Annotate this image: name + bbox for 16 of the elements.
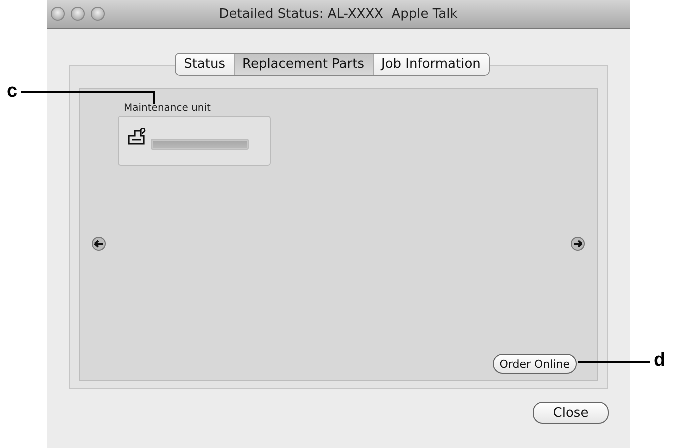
callout-label: c [7, 82, 18, 101]
left-arrow-icon[interactable] [92, 236, 106, 250]
tab[interactable]: Status [176, 54, 234, 75]
window-control-icon[interactable] [51, 7, 65, 21]
window-control-icon[interactable] [71, 7, 85, 21]
callout-label: d [654, 351, 666, 370]
window-control-icon[interactable] [91, 7, 105, 21]
leader-line [578, 361, 650, 364]
close-button[interactable]: Close [533, 402, 609, 424]
tab[interactable]: Job Information [374, 54, 489, 75]
part-label: Maintenance unit [124, 103, 211, 114]
right-arrow-icon[interactable] [571, 236, 585, 250]
window-title: Detailed Status: AL-XXXX Apple Talk [218, 6, 459, 22]
printer-question-icon [127, 128, 147, 146]
tab[interactable]: Replacement Parts [234, 54, 374, 75]
order-online-button[interactable]: Order Online [492, 354, 577, 374]
